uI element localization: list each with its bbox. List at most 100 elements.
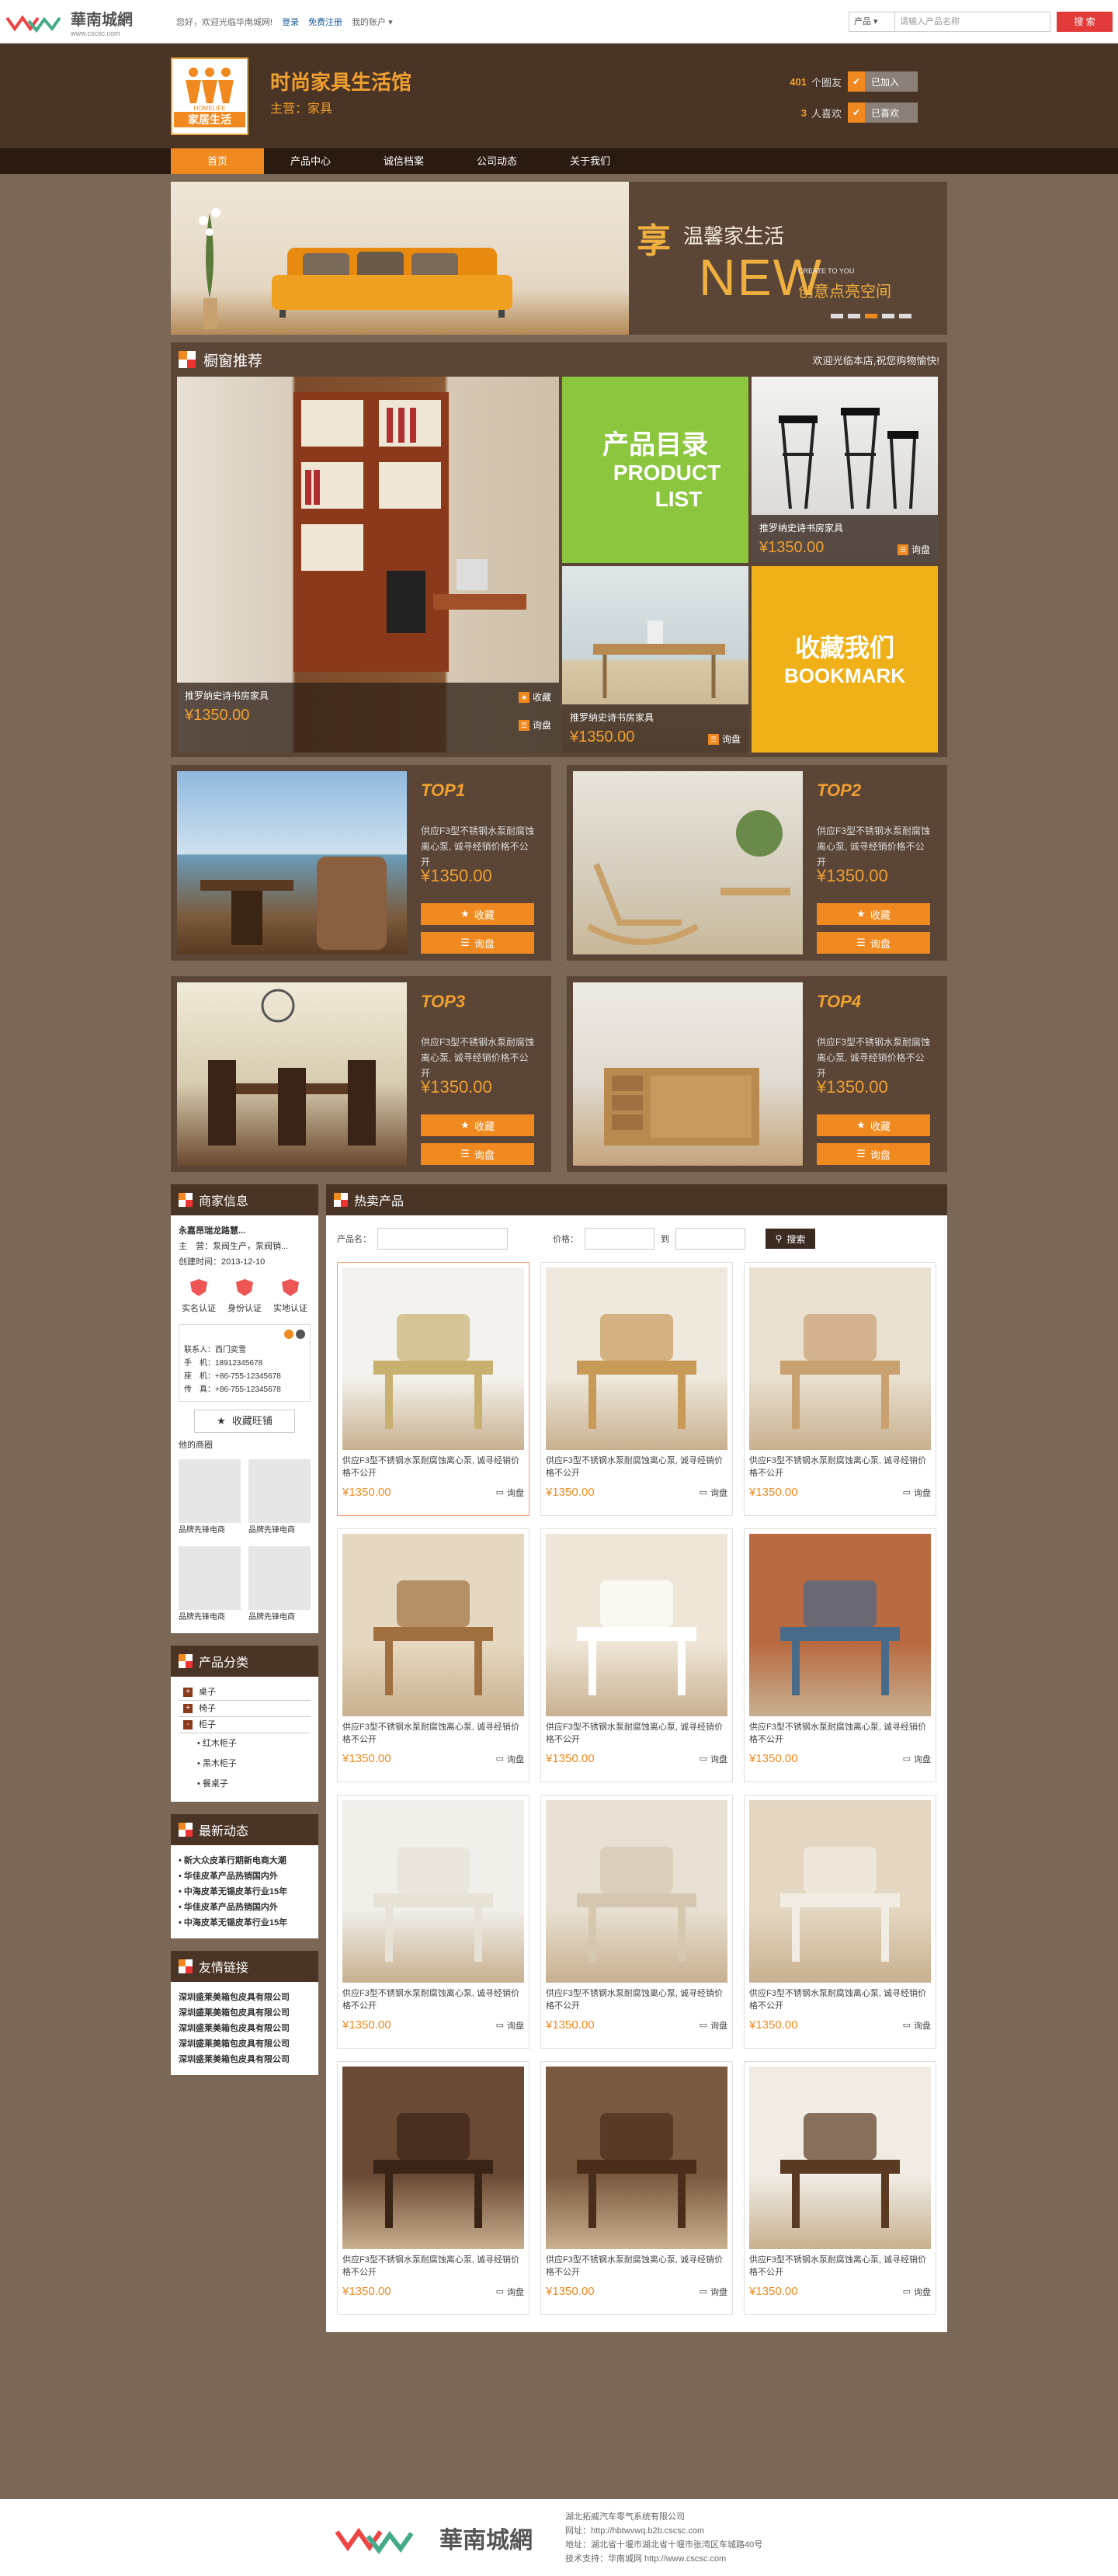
product-image[interactable] xyxy=(342,1534,524,1716)
product-list-tile[interactable]: 产品目录 PRODUCT LIST xyxy=(562,377,748,563)
nav-home[interactable]: 首页 xyxy=(171,148,264,174)
footer-logo[interactable]: 華南城網 xyxy=(334,2521,533,2555)
nav-about[interactable]: 关于我们 xyxy=(543,148,637,174)
login-link[interactable]: 登录 xyxy=(282,16,299,28)
inquiry-button[interactable]: ▭ 询盘 xyxy=(903,2019,931,2032)
window-main-tile[interactable]: 推罗纳史诗书房家具 ¥1350.00 ★ 收藏 ☰ 询盘 xyxy=(177,377,559,753)
inquiry-button[interactable]: ▭ 询盘 xyxy=(903,1753,931,1765)
product-image[interactable] xyxy=(546,1267,727,1450)
news-item[interactable]: • 中海皮革无锡皮革行业15年 xyxy=(179,1884,311,1900)
category-item[interactable]: + 桌子 xyxy=(179,1684,311,1701)
circle-shop[interactable]: 品牌先锋电商 xyxy=(248,1459,311,1538)
window-tile-3[interactable]: 推罗纳史诗书房家具 ¥1350.00 ☰ 询盘 xyxy=(562,566,748,753)
favorite-button[interactable]: ★ 收藏 xyxy=(421,903,534,925)
news-item[interactable]: • 中海皮革无锡皮革行业15年 xyxy=(179,1915,311,1931)
inquiry-button[interactable]: ☰ 询盘 xyxy=(817,932,930,954)
product-image[interactable] xyxy=(342,2067,524,2249)
register-link[interactable]: 免费注册 xyxy=(308,16,342,28)
category-item[interactable]: - 柜子 xyxy=(179,1717,311,1733)
inquiry-button[interactable]: ▭ 询盘 xyxy=(700,2019,727,2032)
favorite-shop-button[interactable]: ★ 收藏旺铺 xyxy=(194,1410,295,1433)
inquiry-button[interactable]: ▭ 询盘 xyxy=(903,1486,931,1499)
inquiry-button[interactable]: ☰ 询盘 xyxy=(707,732,741,746)
friend-link[interactable]: 深圳盛莱美箱包皮具有限公司 xyxy=(179,2052,311,2067)
price-max-input[interactable] xyxy=(675,1228,745,1250)
friend-link[interactable]: 深圳盛莱美箱包皮具有限公司 xyxy=(179,2021,311,2036)
inquiry-button[interactable]: ☰ 询盘 xyxy=(897,543,930,556)
product-image[interactable] xyxy=(342,1267,524,1450)
product-image[interactable] xyxy=(546,1534,727,1716)
news-item[interactable]: • 华佳皮革产品热销国内外 xyxy=(179,1900,311,1915)
product-image[interactable] xyxy=(749,1267,931,1450)
inquiry-button[interactable]: ▭ 询盘 xyxy=(700,1753,727,1765)
inquiry-button[interactable]: ▭ 询盘 xyxy=(496,1486,524,1499)
circle-shop[interactable]: 品牌先锋电商 xyxy=(179,1546,241,1625)
top-product-card[interactable]: TOP4 供应F3型不锈钢水泵耐腐蚀离心泵, 诚寻经销价格不公开 ¥1350.0… xyxy=(567,976,947,1172)
inquiry-button[interactable]: ☰ 询盘 xyxy=(518,718,551,732)
my-account-menu[interactable]: 我的账户 ▾ xyxy=(352,16,393,28)
product-image[interactable] xyxy=(342,1800,524,1983)
product-card[interactable]: 供应F3型不锈钢水泵耐腐蚀离心泵, 诚寻经销价格不公开 ¥1350.00 ▭ 询盘 xyxy=(540,2061,733,2315)
product-card[interactable]: 供应F3型不锈钢水泵耐腐蚀离心泵, 诚寻经销价格不公开 ¥1350.00 ▭ 询盘 xyxy=(744,1795,936,2049)
price-min-input[interactable] xyxy=(585,1228,654,1250)
top-product-card[interactable]: TOP1 供应F3型不锈钢水泵耐腐蚀离心泵, 诚寻经销价格不公开 ¥1350.0… xyxy=(171,765,551,961)
bookmark-tile[interactable]: 收藏我们 BOOKMARK xyxy=(752,566,938,753)
inquiry-button[interactable]: ▭ 询盘 xyxy=(700,2286,727,2298)
top-product-card[interactable]: TOP3 供应F3型不锈钢水泵耐腐蚀离心泵, 诚寻经销价格不公开 ¥1350.0… xyxy=(171,976,551,1172)
inquiry-button[interactable]: ☰ 询盘 xyxy=(421,932,534,954)
product-card[interactable]: 供应F3型不锈钢水泵耐腐蚀离心泵, 诚寻经销价格不公开 ¥1350.00 ▭ 询盘 xyxy=(337,1528,529,1782)
news-item[interactable]: • 新大众皮革行期新电商大潮 xyxy=(179,1853,311,1869)
top-product-card[interactable]: TOP2 供应F3型不锈钢水泵耐腐蚀离心泵, 诚寻经销价格不公开 ¥1350.0… xyxy=(567,765,947,961)
favorite-button[interactable]: ★ 收藏 xyxy=(817,903,930,925)
search-type-select[interactable]: 产品 ▾ xyxy=(849,12,895,32)
product-image[interactable] xyxy=(546,2067,727,2249)
site-logo[interactable]: 華南城網 www.cscsc.com xyxy=(5,7,161,37)
inquiry-button[interactable]: ▭ 询盘 xyxy=(903,2286,931,2298)
inquiry-button[interactable]: ☰ 询盘 xyxy=(421,1143,534,1165)
liked-button[interactable]: ✔ 已喜欢 xyxy=(848,103,918,123)
product-card[interactable]: 供应F3型不锈钢水泵耐腐蚀离心泵, 诚寻经销价格不公开 ¥1350.00 ▭ 询盘 xyxy=(337,1262,529,1516)
nav-news[interactable]: 公司动态 xyxy=(450,148,543,174)
footer-support[interactable]: 技术支持：华南城网 http://www.cscsc.com xyxy=(565,2552,762,2566)
favorite-button[interactable]: ★ 收藏 xyxy=(518,690,551,704)
category-item[interactable]: + 椅子 xyxy=(179,1701,311,1717)
joined-button[interactable]: ✔ 已加入 xyxy=(848,71,918,92)
favorite-button[interactable]: ★ 收藏 xyxy=(421,1114,534,1136)
news-item[interactable]: • 华佳皮革产品热销国内外 xyxy=(179,1869,311,1884)
product-card[interactable]: 供应F3型不锈钢水泵耐腐蚀离心泵, 诚寻经销价格不公开 ¥1350.00 ▭ 询盘 xyxy=(744,1262,936,1516)
subcategory-item[interactable]: • 餐桌子 xyxy=(179,1774,311,1794)
banner-pager[interactable] xyxy=(831,314,911,318)
search-button[interactable]: 搜 索 xyxy=(1057,12,1113,32)
inquiry-button[interactable]: ▭ 询盘 xyxy=(700,1486,727,1499)
inquiry-button[interactable]: ▭ 询盘 xyxy=(496,2286,524,2298)
friend-link[interactable]: 深圳盛莱美箱包皮具有限公司 xyxy=(179,1990,311,2005)
nav-products[interactable]: 产品中心 xyxy=(264,148,357,174)
product-card[interactable]: 供应F3型不锈钢水泵耐腐蚀离心泵, 诚寻经销价格不公开 ¥1350.00 ▭ 询盘 xyxy=(540,1795,733,2049)
inquiry-button[interactable]: ☰ 询盘 xyxy=(817,1143,930,1165)
filter-search-button[interactable]: ⚲ 搜索 xyxy=(766,1229,815,1249)
product-image[interactable] xyxy=(749,1534,931,1716)
product-card[interactable]: 供应F3型不锈钢水泵耐腐蚀离心泵, 诚寻经销价格不公开 ¥1350.00 ▭ 询盘 xyxy=(744,1528,936,1782)
product-card[interactable]: 供应F3型不锈钢水泵耐腐蚀离心泵, 诚寻经销价格不公开 ¥1350.00 ▭ 询盘 xyxy=(540,1528,733,1782)
hero-banner[interactable]: 享 温馨家生活 NEW CREATE TO YOU 创意点亮空间 xyxy=(171,182,947,335)
search-input[interactable]: 请输入产品名称 xyxy=(895,12,1050,32)
inquiry-button[interactable]: ▭ 询盘 xyxy=(496,2019,524,2032)
circle-shop[interactable]: 品牌先锋电商 xyxy=(179,1459,241,1538)
footer-site[interactable]: 网址：http://hbtwvwq.b2b.cscsc.com xyxy=(565,2524,762,2538)
favorite-button[interactable]: ★ 收藏 xyxy=(817,1114,930,1136)
window-tile-2[interactable]: 推罗纳史诗书房家具 ¥1350.00 ☰ 询盘 xyxy=(752,377,938,563)
product-card[interactable]: 供应F3型不锈钢水泵耐腐蚀离心泵, 诚寻经销价格不公开 ¥1350.00 ▭ 询盘 xyxy=(337,2061,529,2315)
product-card[interactable]: 供应F3型不锈钢水泵耐腐蚀离心泵, 诚寻经销价格不公开 ¥1350.00 ▭ 询盘 xyxy=(540,1262,733,1516)
circle-shop[interactable]: 品牌先锋电商 xyxy=(248,1546,311,1625)
qq-icons[interactable] xyxy=(184,1330,305,1344)
product-name-input[interactable] xyxy=(377,1228,508,1250)
subcategory-item[interactable]: • 红木柜子 xyxy=(179,1733,311,1754)
inquiry-button[interactable]: ▭ 询盘 xyxy=(496,1753,524,1765)
product-card[interactable]: 供应F3型不锈钢水泵耐腐蚀离心泵, 诚寻经销价格不公开 ¥1350.00 ▭ 询盘 xyxy=(337,1795,529,2049)
product-card[interactable]: 供应F3型不锈钢水泵耐腐蚀离心泵, 诚寻经销价格不公开 ¥1350.00 ▭ 询盘 xyxy=(744,2061,936,2315)
product-image[interactable] xyxy=(749,2067,931,2249)
product-image[interactable] xyxy=(546,1800,727,1983)
product-image[interactable] xyxy=(749,1800,931,1983)
friend-link[interactable]: 深圳盛莱美箱包皮具有限公司 xyxy=(179,2036,311,2052)
nav-credit[interactable]: 诚信档案 xyxy=(357,148,450,174)
